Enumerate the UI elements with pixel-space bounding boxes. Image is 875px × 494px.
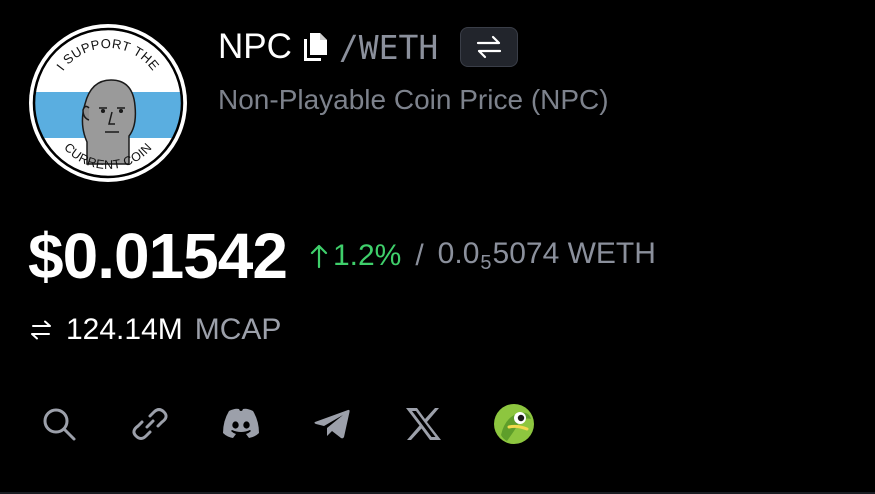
price-row: $0.01542 1.2% / 0.055074 WETH [28, 216, 656, 296]
price-change-value: 1.2% [332, 239, 402, 272]
copy-icon[interactable] [301, 31, 329, 63]
weth-price-prefix: 0.0 [437, 237, 480, 270]
discord-icon[interactable] [219, 402, 263, 446]
swap-arrows-icon[interactable] [28, 317, 54, 343]
search-icon[interactable] [37, 402, 81, 446]
weth-price: 0.055074 WETH [438, 237, 656, 275]
swap-arrows-icon [477, 35, 502, 59]
market-cap-row: 124.14M MCAP [28, 308, 281, 352]
coingecko-icon[interactable] [492, 402, 536, 446]
weth-price-suffix: 5074 WETH [492, 237, 656, 270]
x-icon[interactable] [401, 402, 445, 446]
weth-price-zero-count: 5 [480, 252, 492, 274]
social-links [37, 402, 536, 446]
npc-wojak-logo-image: I SUPPORT THE CURRENT COIN [29, 24, 187, 182]
token-full-name: Non-Playable Coin Price (NPC) [218, 84, 609, 115]
arrow-up-icon [309, 243, 329, 269]
telegram-icon[interactable] [310, 402, 354, 446]
market-cap-label: MCAP [194, 313, 282, 346]
token-logo: I SUPPORT THE CURRENT COIN [29, 24, 187, 182]
price-change: 1.2% [309, 239, 401, 273]
pair-header: NPC /WETH [218, 22, 519, 72]
link-icon[interactable] [128, 402, 172, 446]
usd-price: $0.01542 [28, 220, 288, 292]
price-separator: / [415, 239, 424, 272]
quote-symbol: /WETH [338, 27, 439, 67]
token-symbol: NPC [218, 27, 292, 66]
swap-pair-button[interactable] [460, 27, 519, 67]
market-cap-value: 124.14M [66, 313, 183, 346]
